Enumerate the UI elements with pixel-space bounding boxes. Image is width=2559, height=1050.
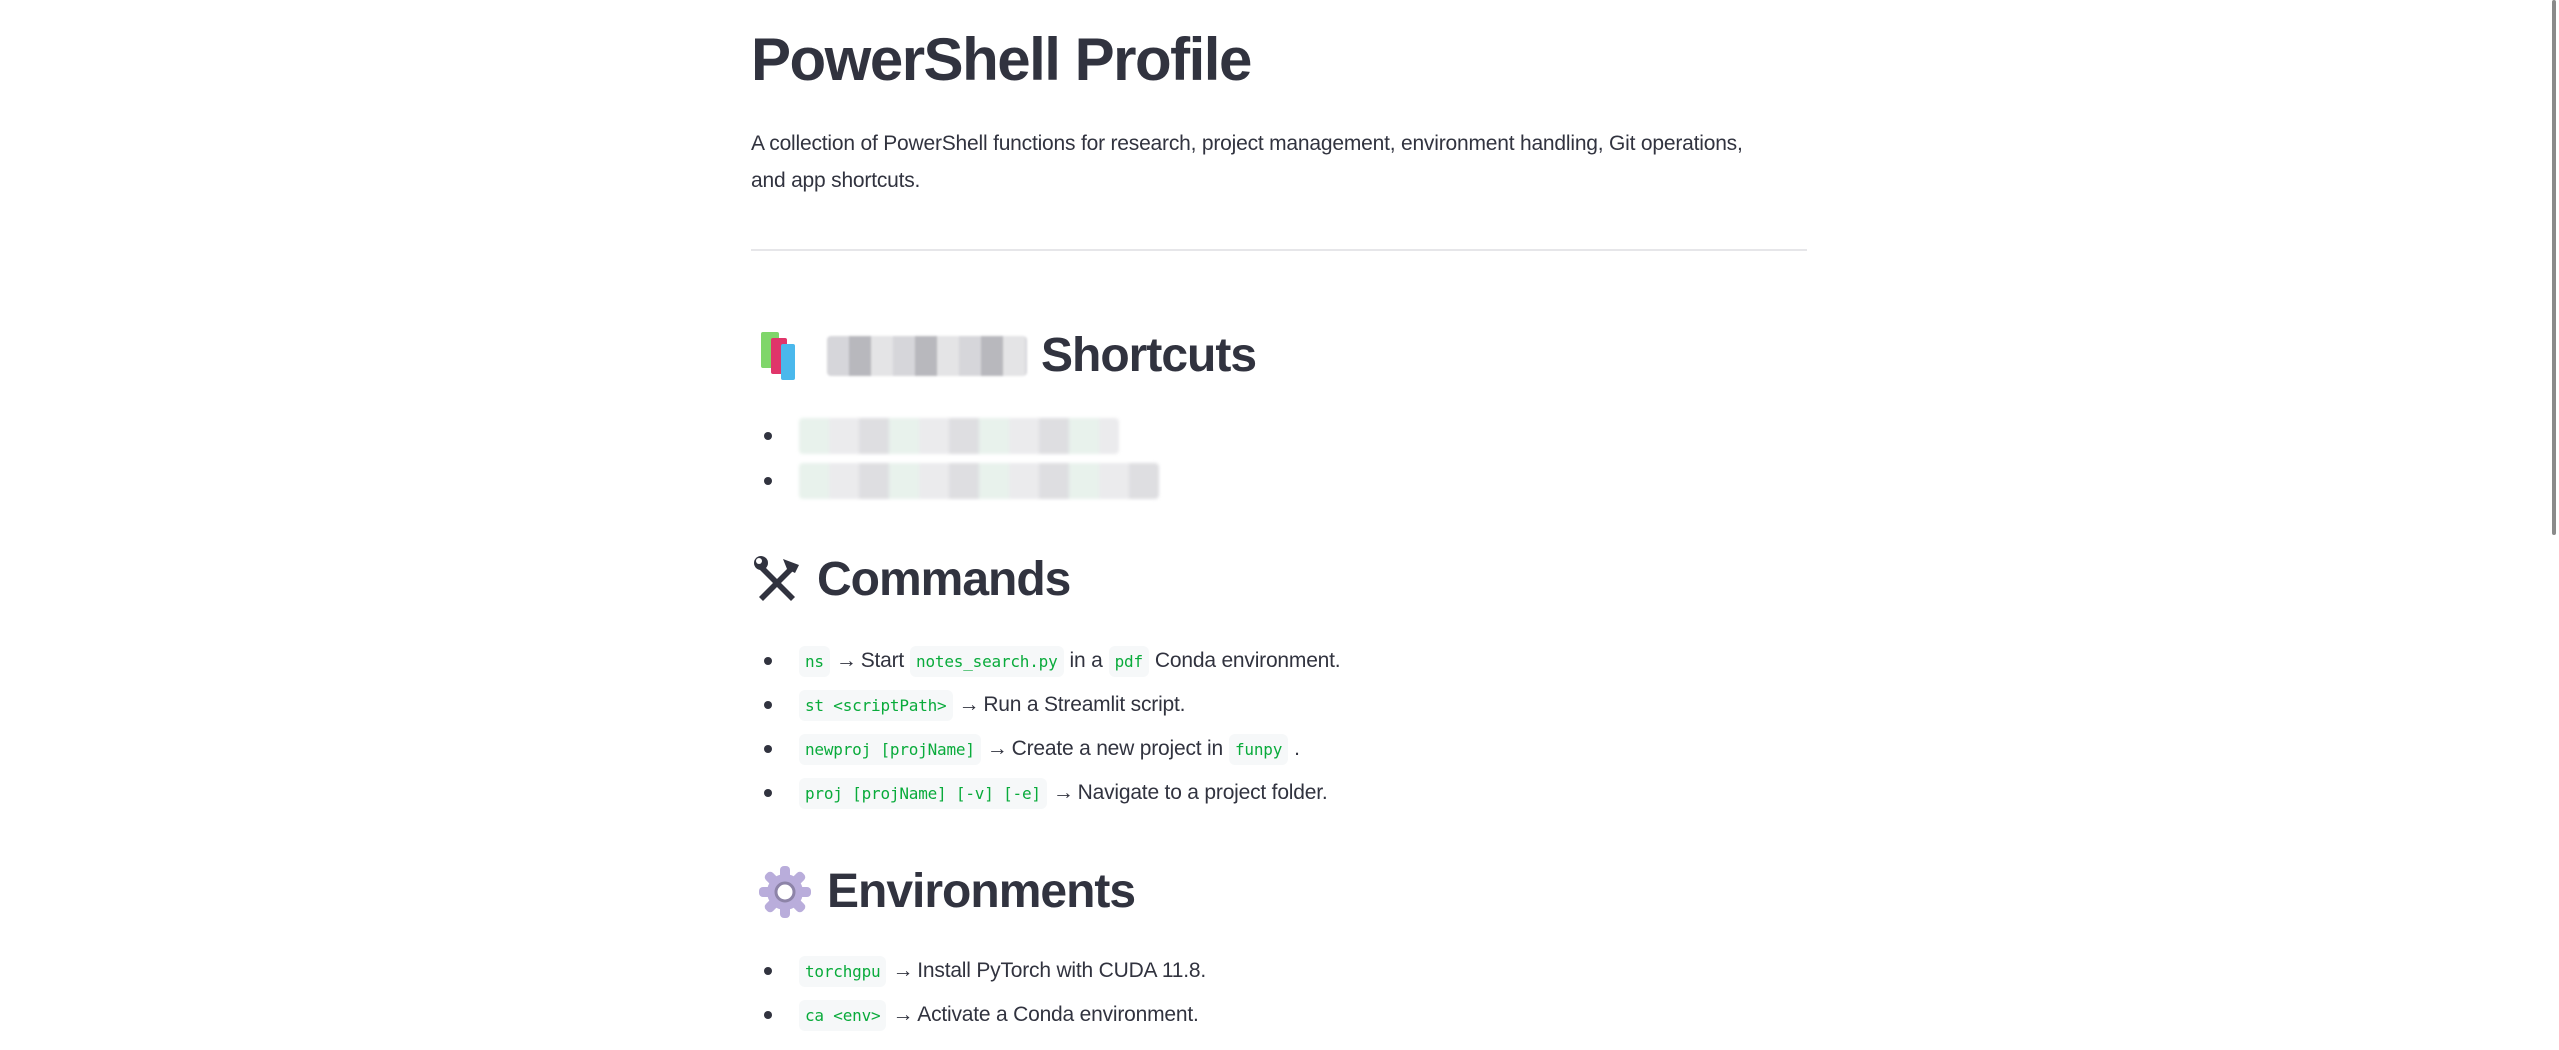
arrow: → (835, 649, 857, 672)
inline-code: st <scriptPath> (799, 689, 953, 721)
inline-code: ca <env> (799, 999, 887, 1031)
item-text: . (1294, 737, 1300, 760)
bullet (764, 477, 772, 485)
arrow: → (892, 959, 914, 982)
item-text: Install PyTorch with CUDA 11.8. (917, 959, 1206, 982)
main-content: PowerShell Profile A collection of Power… (751, 0, 1807, 1050)
item-text: Run a Streamlit script. (983, 693, 1186, 716)
item-text: in a (1069, 649, 1103, 672)
bullet (764, 967, 772, 975)
list-item: st <scriptPath> → Run a Streamlit script… (764, 687, 1185, 723)
environments-heading-text: Environments (827, 865, 1136, 918)
list-item (764, 418, 1119, 454)
list-item: proj [projName] [-v] [-e] → Navigate to … (764, 775, 1328, 811)
shortcuts-heading: Shortcuts (757, 328, 1257, 384)
inline-code: torchgpu (799, 955, 887, 987)
page-description: A collection of PowerShell functions for… (751, 132, 1743, 192)
arrow: → (892, 1003, 914, 1026)
shortcuts-heading-text: Shortcuts (1041, 329, 1257, 382)
redacted-item (799, 463, 1159, 499)
inline-code: newproj [projName] (799, 733, 981, 765)
item-text: Conda environment. (1154, 649, 1341, 672)
gear-icon (759, 866, 811, 918)
list-item: ca <env> → Activate a Conda environment. (764, 997, 1199, 1033)
inline-code: funpy (1228, 733, 1289, 765)
list-item: ns → Start notes_search.py in a pdf Cond… (764, 643, 1341, 679)
arrow: → (958, 693, 980, 716)
vertical-scrollbar[interactable] (2552, 0, 2556, 535)
list-item (764, 463, 1159, 499)
item-text: Create a new project in (1011, 737, 1224, 760)
item-text: Start (860, 649, 905, 672)
redacted-heading-text (827, 336, 1027, 376)
bullet (764, 432, 772, 440)
books-icon (761, 332, 795, 380)
page-title: PowerShell Profile (751, 26, 1252, 93)
divider (751, 249, 1807, 251)
commands-heading-text: Commands (817, 553, 1071, 606)
redacted-item (799, 418, 1119, 454)
environments-heading: Environments (757, 864, 1136, 920)
arrow: → (986, 737, 1008, 760)
inline-code: pdf (1108, 645, 1149, 677)
bullet (764, 1011, 772, 1019)
item-text: Activate a Conda environment. (917, 1003, 1199, 1026)
bullet (764, 789, 772, 797)
inline-code: proj [projName] [-v] [-e] (799, 777, 1047, 809)
inline-code: notes_search.py (910, 645, 1064, 677)
arrow: → (1052, 781, 1074, 804)
bullet (764, 701, 772, 709)
list-item: newproj [projName] → Create a new projec… (764, 731, 1300, 767)
bullet (764, 745, 772, 753)
commands-heading: Commands (753, 553, 1071, 606)
item-text: Navigate to a project folder. (1077, 781, 1328, 804)
hammer-and-wrench-icon (754, 556, 799, 601)
list-item: torchgpu → Install PyTorch with CUDA 11.… (764, 953, 1206, 989)
bullet (764, 657, 772, 665)
inline-code: ns (799, 645, 830, 677)
